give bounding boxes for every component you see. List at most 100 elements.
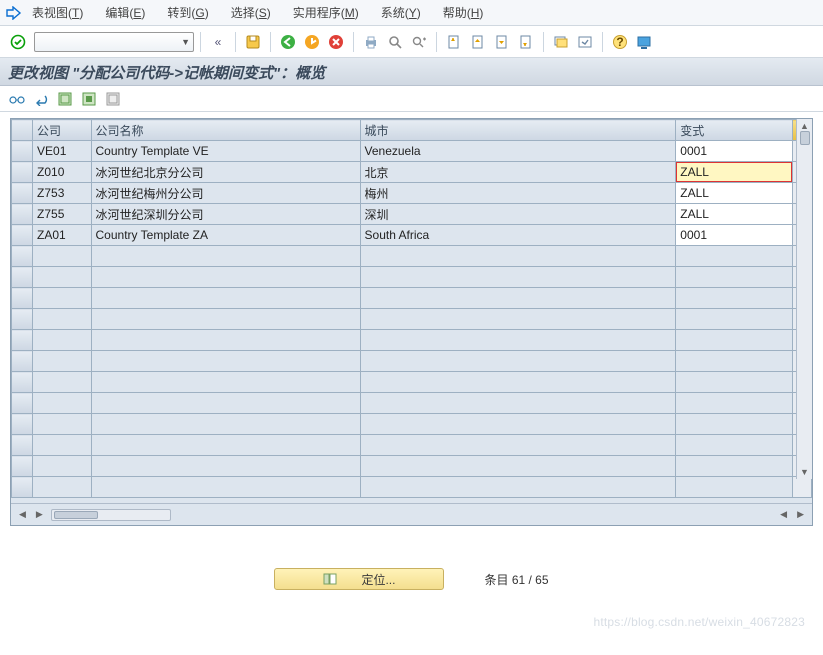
next-page-icon[interactable]	[491, 31, 513, 53]
page-title: 更改视图 "分配公司代码->记帐期间变式"：概览	[8, 65, 325, 82]
cell-city[interactable]: 北京	[360, 162, 676, 183]
cell-variant[interactable]: ZALL	[676, 204, 793, 225]
glasses-icon[interactable]	[8, 90, 26, 108]
menu-utilities[interactable]: 实用程序(M)	[293, 4, 359, 21]
col-city[interactable]: 城市	[360, 120, 676, 141]
hscroll-right-icon[interactable]: ▶	[34, 509, 45, 520]
col-variant[interactable]: 变式	[676, 120, 793, 141]
cancel-icon[interactable]	[325, 31, 347, 53]
table-row[interactable]: Z010 冰河世纪北京分公司 北京 ZALL	[12, 162, 812, 183]
menu-go-icon	[6, 6, 22, 20]
position-button[interactable]: 定位...	[274, 568, 444, 590]
undo-icon[interactable]	[32, 90, 50, 108]
hscroll-left-icon[interactable]: ◀	[17, 509, 28, 520]
position-icon	[323, 573, 337, 585]
table-row-empty	[12, 435, 812, 456]
app-toolbar	[0, 86, 823, 112]
row-selector[interactable]	[12, 183, 33, 204]
horizontal-scrollbar[interactable]: ◀ ▶ ◀ ▶	[11, 503, 812, 525]
hscroll-right2-icon[interactable]: ▶	[795, 509, 806, 520]
cell-city[interactable]: 深圳	[360, 204, 676, 225]
col-name[interactable]: 公司名称	[91, 120, 360, 141]
table-header-row: 公司 公司名称 城市 变式	[12, 120, 812, 141]
table-row-empty	[12, 477, 812, 498]
hscroll-left2-icon[interactable]: ◀	[778, 509, 789, 520]
cell-variant[interactable]: 0001	[676, 225, 793, 246]
create-session-icon[interactable]	[550, 31, 572, 53]
cell-code[interactable]: ZA01	[33, 225, 91, 246]
prev-page-icon[interactable]	[467, 31, 489, 53]
table-row[interactable]: Z753 冰河世纪梅州分公司 梅州 ZALL	[12, 183, 812, 204]
footer-bar: 定位... 条目 61 / 65	[0, 568, 823, 590]
table-row-empty	[12, 330, 812, 351]
menu-system[interactable]: 系统(Y)	[381, 4, 421, 21]
help-icon[interactable]: ?	[609, 31, 631, 53]
cell-code[interactable]: Z010	[33, 162, 91, 183]
scroll-up-icon[interactable]: ▲	[800, 121, 809, 131]
menu-select[interactable]: 选择(S)	[231, 4, 271, 21]
entry-count: 条目 61 / 65	[484, 571, 548, 588]
exit-icon[interactable]	[301, 31, 323, 53]
cell-name[interactable]: Country Template VE	[91, 141, 360, 162]
cell-variant[interactable]: ZALL	[676, 162, 793, 183]
row-selector[interactable]	[12, 141, 33, 162]
chevron-down-icon: ▼	[181, 37, 190, 47]
last-page-icon[interactable]	[515, 31, 537, 53]
table-row-empty	[12, 309, 812, 330]
table-row-empty	[12, 267, 812, 288]
history-back-button[interactable]: «	[207, 31, 229, 53]
save-icon[interactable]	[242, 31, 264, 53]
command-field[interactable]: ▼	[34, 32, 194, 52]
scroll-thumb[interactable]	[800, 131, 810, 145]
row-selector[interactable]	[12, 225, 33, 246]
table-row-empty	[12, 372, 812, 393]
data-table[interactable]: 公司 公司名称 城市 变式 VE01 Country Template VE V…	[11, 119, 812, 498]
menu-table-view[interactable]: 表视图(T)	[32, 4, 83, 21]
watermark: https://blog.csdn.net/weixin_40672823	[593, 615, 805, 629]
menu-help[interactable]: 帮助(H)	[443, 4, 484, 21]
table-row-empty	[12, 456, 812, 477]
cell-city[interactable]: Venezuela	[360, 141, 676, 162]
menu-bar: 表视图(T) 编辑(E) 转到(G) 选择(S) 实用程序(M) 系统(Y) 帮…	[0, 0, 823, 26]
cell-code[interactable]: VE01	[33, 141, 91, 162]
cell-name[interactable]: Country Template ZA	[91, 225, 360, 246]
svg-text:?: ?	[616, 35, 623, 49]
cell-name[interactable]: 冰河世纪北京分公司	[91, 162, 360, 183]
table-row-empty	[12, 246, 812, 267]
table-row-empty	[12, 393, 812, 414]
gui-options-icon[interactable]	[633, 31, 655, 53]
find-icon[interactable]	[384, 31, 406, 53]
shortcut-icon[interactable]	[574, 31, 596, 53]
row-selector[interactable]	[12, 204, 33, 225]
table-row[interactable]: VE01 Country Template VE Venezuela 0001	[12, 141, 812, 162]
row-selector-header[interactable]	[12, 120, 33, 141]
deselect-icon[interactable]	[104, 90, 122, 108]
col-company[interactable]: 公司	[33, 120, 91, 141]
find-next-icon[interactable]	[408, 31, 430, 53]
table-row[interactable]: ZA01 Country Template ZA South Africa 00…	[12, 225, 812, 246]
enter-icon[interactable]	[10, 34, 26, 50]
cell-city[interactable]: South Africa	[360, 225, 676, 246]
cell-code[interactable]: Z753	[33, 183, 91, 204]
table-row-empty	[12, 414, 812, 435]
row-selector[interactable]	[12, 162, 33, 183]
hscroll-track[interactable]	[51, 509, 171, 521]
menu-edit[interactable]: 编辑(E)	[105, 4, 145, 21]
menu-goto[interactable]: 转到(G)	[167, 4, 208, 21]
table-container: 公司 公司名称 城市 变式 VE01 Country Template VE V…	[10, 118, 813, 526]
first-page-icon[interactable]	[443, 31, 465, 53]
cell-code[interactable]: Z755	[33, 204, 91, 225]
table-row[interactable]: Z755 冰河世纪深圳分公司 深圳 ZALL	[12, 204, 812, 225]
cell-name[interactable]: 冰河世纪深圳分公司	[91, 204, 360, 225]
print-icon[interactable]	[360, 31, 382, 53]
cell-variant[interactable]: 0001	[676, 141, 793, 162]
back-icon[interactable]	[277, 31, 299, 53]
table-row-empty	[12, 288, 812, 309]
select-all-icon[interactable]	[56, 90, 74, 108]
cell-city[interactable]: 梅州	[360, 183, 676, 204]
scroll-down-icon[interactable]: ▼	[800, 467, 809, 477]
select-block-icon[interactable]	[80, 90, 98, 108]
cell-variant[interactable]: ZALL	[676, 183, 793, 204]
cell-name[interactable]: 冰河世纪梅州分公司	[91, 183, 360, 204]
vertical-scrollbar[interactable]: ▲ ▼	[796, 119, 812, 479]
